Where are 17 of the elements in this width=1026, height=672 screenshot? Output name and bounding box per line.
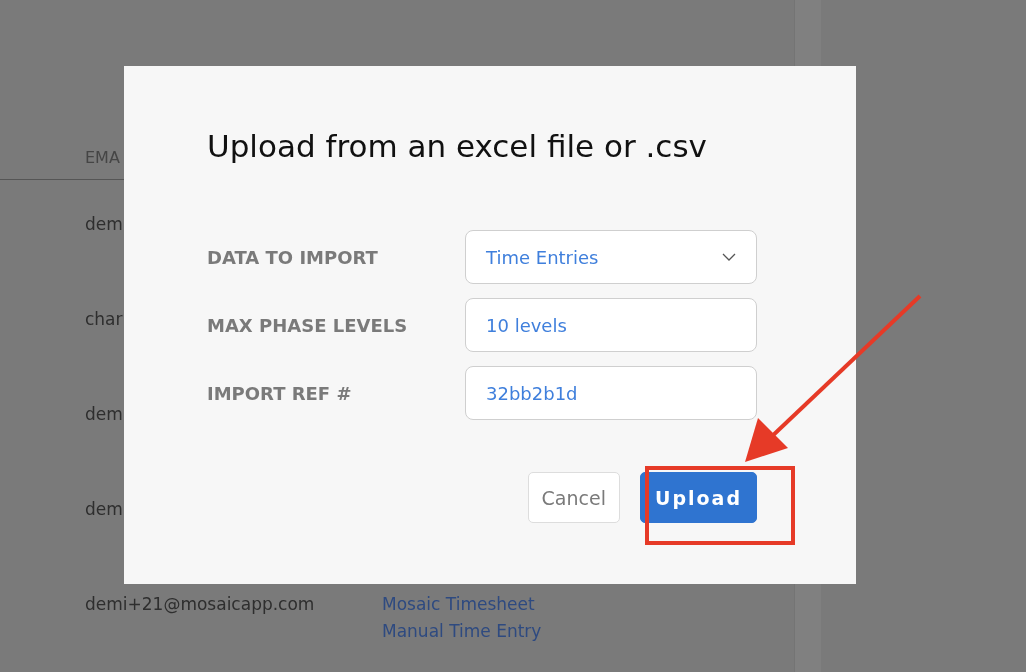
- email-text: char: [85, 309, 123, 329]
- link[interactable]: Manual Time Entry: [382, 621, 542, 641]
- cancel-button[interactable]: Cancel: [527, 472, 620, 523]
- field-label: DATA TO IMPORT: [207, 246, 379, 268]
- upload-button[interactable]: Upload: [639, 472, 757, 523]
- input-field[interactable]: 32bb2b1d: [465, 366, 757, 420]
- email-text: dem: [85, 499, 123, 519]
- input-field[interactable]: 10 levels: [465, 298, 757, 352]
- field-label: MAX PHASE LEVELS: [207, 314, 409, 336]
- email-text: dem: [85, 214, 123, 234]
- dialog-title: Upload from an excel file or .csv: [207, 128, 708, 164]
- email-text: demi+21@mosaicapp.com: [85, 594, 315, 614]
- link[interactable]: Mosaic Timesheet: [382, 594, 535, 614]
- select-field[interactable]: Time Entries: [465, 230, 757, 284]
- chevron-down-icon: [722, 253, 736, 261]
- field-label: IMPORT REF #: [207, 382, 353, 404]
- email-text: dem: [85, 404, 123, 424]
